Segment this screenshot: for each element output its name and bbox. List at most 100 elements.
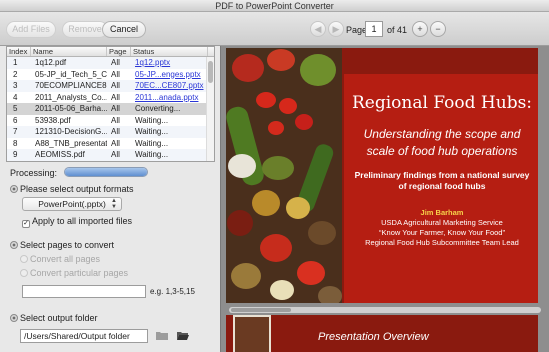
pages-section: Select pages to convert (10, 240, 114, 250)
table-row[interactable]: 1 1q12.pdf All 1q12.pptx (7, 57, 214, 69)
row-name: 121310-DecisionG... (35, 127, 107, 136)
slide-title: Regional Food Hubs: (351, 93, 533, 113)
row-name: 2011_Analysts_Co... (35, 92, 107, 102)
author-name: Jim Barham (420, 208, 464, 217)
row-name: 05-JP_id_Tech_5_C... (35, 69, 107, 79)
page-number-input[interactable]: 1 (365, 21, 383, 37)
author-line-3: Regional Food Hub Subcommittee Team Lead (365, 238, 519, 247)
left-pane: Index Name Page Status 1 1q12.pdf All 1q12.… (0, 46, 220, 352)
slide-page-2: Presentation Overview (226, 315, 538, 352)
arrow-left-icon: ◀ (314, 24, 322, 34)
row-index: 1 (13, 58, 18, 67)
row-name: AEOMISS.pdf (35, 150, 85, 159)
row-status: Converting... (135, 104, 181, 113)
convert-all-radio[interactable]: Convert all pages (20, 254, 100, 264)
file-list-scrollbar[interactable] (206, 57, 214, 161)
row-status: Waiting... (135, 138, 169, 148)
zoom-out-button[interactable]: − (430, 21, 446, 37)
apply-all-checkbox[interactable]: ✓ Apply to all imported files (22, 216, 132, 228)
folder-icon[interactable] (155, 330, 169, 341)
slide-page-1: Regional Food Hubs: Understanding the sc… (226, 48, 538, 303)
slide-2-title: Presentation Overview (318, 331, 429, 343)
open-folder-icon[interactable] (176, 330, 190, 341)
table-row[interactable]: 2 05-JP_id_Tech_5_C... All 05-JP...enges.pp… (7, 69, 214, 81)
slide-preview[interactable]: Regional Food Hubs: Understanding the sc… (220, 46, 549, 352)
column-page[interactable]: Page (107, 47, 131, 56)
row-index: 8 (13, 138, 18, 148)
author-line-2: “Know Your Farmer, Know Your Food” (379, 228, 505, 237)
row-index: 3 (13, 81, 18, 90)
slide-preliminary-text: Preliminary findings from a national sur… (354, 170, 530, 191)
row-index: 7 (13, 127, 18, 136)
preview-horizontal-scrollbar[interactable] (229, 307, 541, 313)
column-name[interactable]: Name (31, 47, 107, 56)
row-page: All (111, 58, 120, 67)
page-range-input[interactable] (22, 285, 146, 298)
row-name: 1q12.pdf (35, 58, 67, 67)
row-status[interactable]: 1q12.pptx (135, 57, 205, 68)
next-page-button[interactable]: ▶ (328, 21, 344, 37)
table-row[interactable]: 10BH-IH-Vu-Vuls... All Waiting... (7, 161, 214, 162)
zoom-in-button[interactable]: + (412, 21, 428, 37)
convert-particular-label: Convert particular pages (30, 268, 129, 278)
table-row[interactable]: 4 2011_Analysts_Co... All 2011...anada.pptx (7, 92, 214, 104)
table-row[interactable]: 8 A88_TNB_presentat... All Waiting... (7, 138, 214, 150)
processing-progress-bar (64, 167, 148, 177)
table-row[interactable]: 6 53938.pdf All Waiting... (7, 115, 214, 127)
row-name: 70ECOMPLIANCE80... (35, 81, 107, 90)
output-format-heading: Please select output formats (20, 184, 134, 194)
output-format-value: PowerPoint(.pptx) (38, 199, 106, 209)
row-page: All (111, 69, 120, 79)
row-page: All (111, 81, 120, 90)
cancel-button[interactable]: Cancel (102, 21, 146, 38)
table-row[interactable]: 5 2011-05-06_Barha... All Converting... (7, 103, 214, 115)
chevron-updown-icon: ▲ ▼ (111, 198, 117, 210)
row-name: BH-IH-Vu-Vuls... (35, 161, 107, 162)
output-format-select[interactable]: PowerPoint(.pptx) ▲ ▼ (22, 197, 122, 211)
table-row[interactable]: 7 121310-DecisionG... All Waiting... (7, 126, 214, 138)
row-name: A88_TNB_presentat... (35, 138, 107, 148)
bullet-icon (10, 185, 18, 193)
scrollbar-thumb[interactable] (208, 61, 213, 83)
progress-fill (65, 168, 147, 176)
row-page: All (111, 138, 120, 148)
apply-all-label: Apply to all imported files (32, 216, 133, 226)
row-status[interactable]: 2011...anada.pptx (135, 92, 205, 103)
processing-label: Processing: (10, 168, 58, 178)
output-folder-input[interactable]: /Users/Shared/Output folder (20, 329, 148, 343)
column-index[interactable]: Index (7, 47, 31, 56)
output-folder-section: Select output folder (10, 313, 98, 323)
row-status[interactable]: 70EC...CE807.pptx (135, 80, 205, 91)
row-page: All (111, 161, 131, 162)
plus-icon: + (417, 24, 423, 34)
toolbar: Add Files Remove Cancel ◀ ▶ Page 1 of 41… (0, 12, 549, 46)
column-status[interactable]: Status (131, 47, 208, 56)
row-index: 4 (13, 92, 18, 102)
row-status: Waiting... (135, 150, 169, 159)
file-list[interactable]: Index Name Page Status 1 1q12.pdf All 1q12.… (6, 46, 215, 162)
radio-icon (20, 269, 28, 277)
bullet-icon (10, 314, 18, 322)
row-name: 53938.pdf (35, 115, 71, 125)
row-page: All (111, 127, 120, 136)
table-row[interactable]: 3 70ECOMPLIANCE80... All 70EC...CE807.pptx (7, 80, 214, 92)
page-range-hint: e.g. 1,3-5,15 (150, 287, 195, 296)
pages-heading: Select pages to convert (20, 240, 115, 250)
convert-particular-radio[interactable]: Convert particular pages (20, 268, 128, 278)
row-status: Waiting... (135, 127, 169, 136)
table-row[interactable]: 9 AEOMISS.pdf All Waiting... (7, 149, 214, 161)
radio-icon (20, 255, 28, 263)
add-files-button[interactable]: Add Files (6, 21, 56, 38)
row-status[interactable]: 05-JP...enges.pptx (135, 69, 205, 80)
page-label: Page (346, 25, 368, 35)
slide-thumbnail-image (233, 315, 271, 352)
page-total: of 41 (387, 25, 408, 35)
minus-icon: − (435, 24, 441, 34)
slide-author-block: Jim Barham USDA Agricultural Marketing S… (350, 208, 534, 248)
author-line-1: USDA Agricultural Marketing Service (381, 218, 503, 227)
scrollbar-thumb[interactable] (231, 308, 291, 312)
output-folder-heading: Select output folder (20, 313, 98, 323)
previous-page-button[interactable]: ◀ (310, 21, 326, 37)
row-index: 10 (13, 161, 33, 162)
row-page: All (111, 115, 120, 125)
